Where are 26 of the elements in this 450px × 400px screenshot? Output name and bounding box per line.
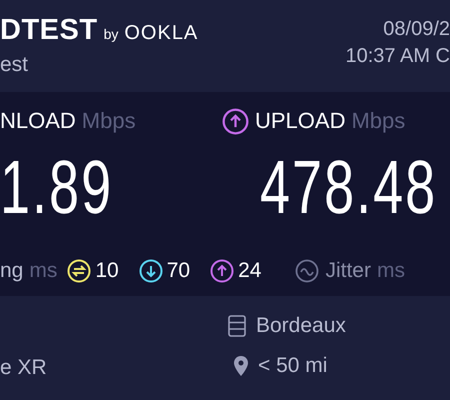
jitter-unit: ms [376, 259, 405, 284]
speed-value: 478.48 [260, 150, 438, 226]
speed-value: 1.89 [0, 150, 114, 226]
test-date: 08/09/2 [383, 18, 450, 41]
jitter-icon [295, 259, 320, 284]
server-distance: < 50 mi [258, 354, 328, 378]
ping-label: ng [0, 259, 24, 284]
ping-value: 70 [166, 259, 190, 284]
logo-by: by [104, 26, 118, 42]
result-label: NLOAD [0, 108, 76, 134]
app-logo: DTEST [0, 14, 98, 47]
unit-label: Mbps [351, 108, 406, 134]
subtitle: est [0, 53, 30, 77]
location-pin-icon [234, 356, 248, 376]
unit-label: Mbps [82, 108, 136, 134]
ping-value: 10 [95, 259, 119, 284]
ping-value: 24 [238, 259, 262, 284]
device-name: e XR [0, 356, 47, 380]
ping-unit: ms [29, 259, 58, 284]
jitter-label: Jitter [325, 259, 371, 284]
result-label: UPLOAD [255, 108, 346, 134]
upload-icon [222, 108, 249, 134]
server-icon [228, 315, 246, 337]
brand-logo: OOKLA [124, 22, 198, 45]
test-time: 10:37 AM C [345, 45, 450, 68]
server-name: Bordeaux [256, 314, 346, 338]
